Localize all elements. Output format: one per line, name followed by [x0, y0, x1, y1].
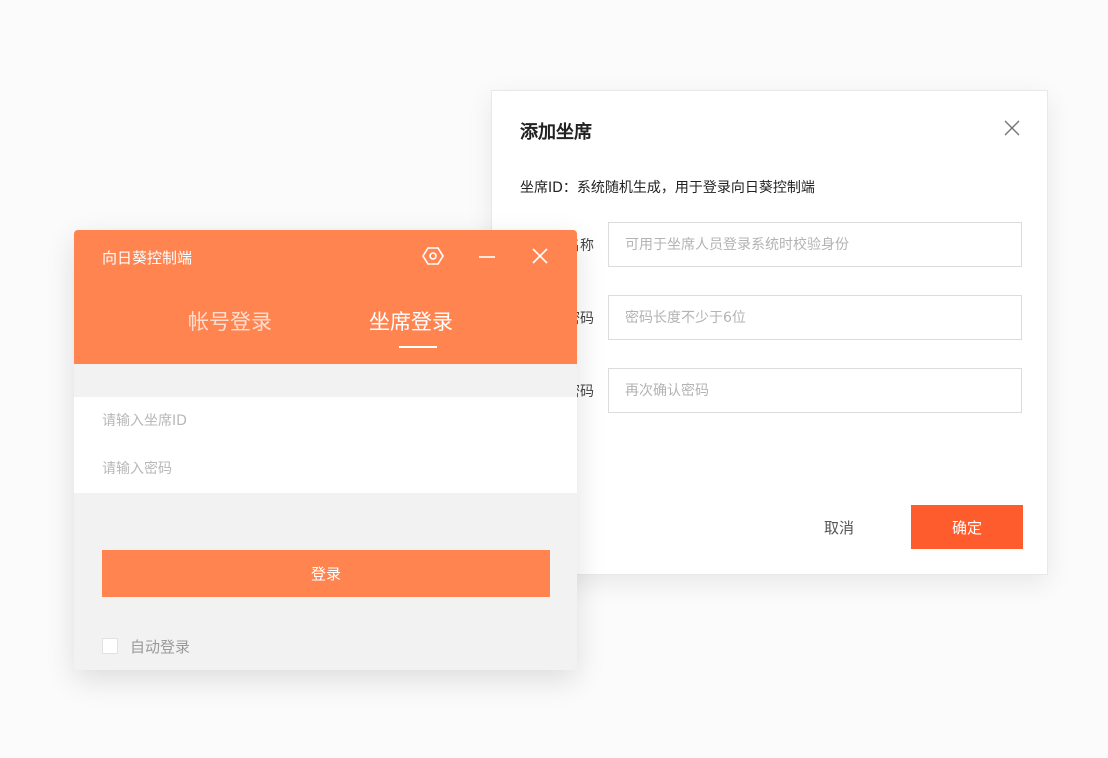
close-icon[interactable] [1002, 118, 1022, 138]
auto-login-label: 自动登录 [130, 638, 191, 656]
seat-id-input[interactable] [74, 397, 577, 445]
confirm-button[interactable]: 确定 [911, 505, 1023, 549]
active-tab-indicator [399, 346, 437, 348]
login-window: 向日葵控制端 帐号登录 坐席登录 请输入坐席ID 登录 自动登录 [74, 230, 577, 670]
login-password-input[interactable] [74, 445, 577, 493]
hexagon-settings-icon[interactable] [420, 243, 446, 269]
minimize-icon-glyph [479, 256, 495, 258]
tab-seat-login[interactable]: 坐席登录 [369, 306, 453, 336]
seat-id-description: 坐席ID：系统随机生成，用于登录向日葵控制端 [520, 180, 815, 196]
tab-account-login[interactable]: 帐号登录 [188, 306, 272, 336]
close-icon-glyph [1004, 120, 1020, 136]
dialog-title: 添加坐席 [520, 122, 592, 143]
login-button[interactable]: 登录 [102, 550, 550, 597]
close-icon-glyph [532, 248, 548, 264]
cancel-button[interactable]: 取消 [792, 505, 886, 549]
seat-name-input[interactable] [608, 222, 1022, 267]
login-form [74, 397, 577, 493]
auto-login-checkbox[interactable] [102, 638, 118, 654]
confirm-password-input[interactable] [608, 368, 1022, 413]
app-title: 向日葵控制端 [102, 249, 193, 267]
hexagon-settings-icon-glyph [422, 247, 444, 265]
minimize-icon[interactable] [474, 243, 500, 269]
password-input[interactable] [608, 295, 1022, 340]
stage: 添加坐席 坐席ID：系统随机生成，用于登录向日葵控制端 坐席名称： 密码： 确认… [0, 0, 1108, 758]
close-icon[interactable] [527, 243, 553, 269]
login-header: 向日葵控制端 帐号登录 坐席登录 [74, 230, 577, 364]
